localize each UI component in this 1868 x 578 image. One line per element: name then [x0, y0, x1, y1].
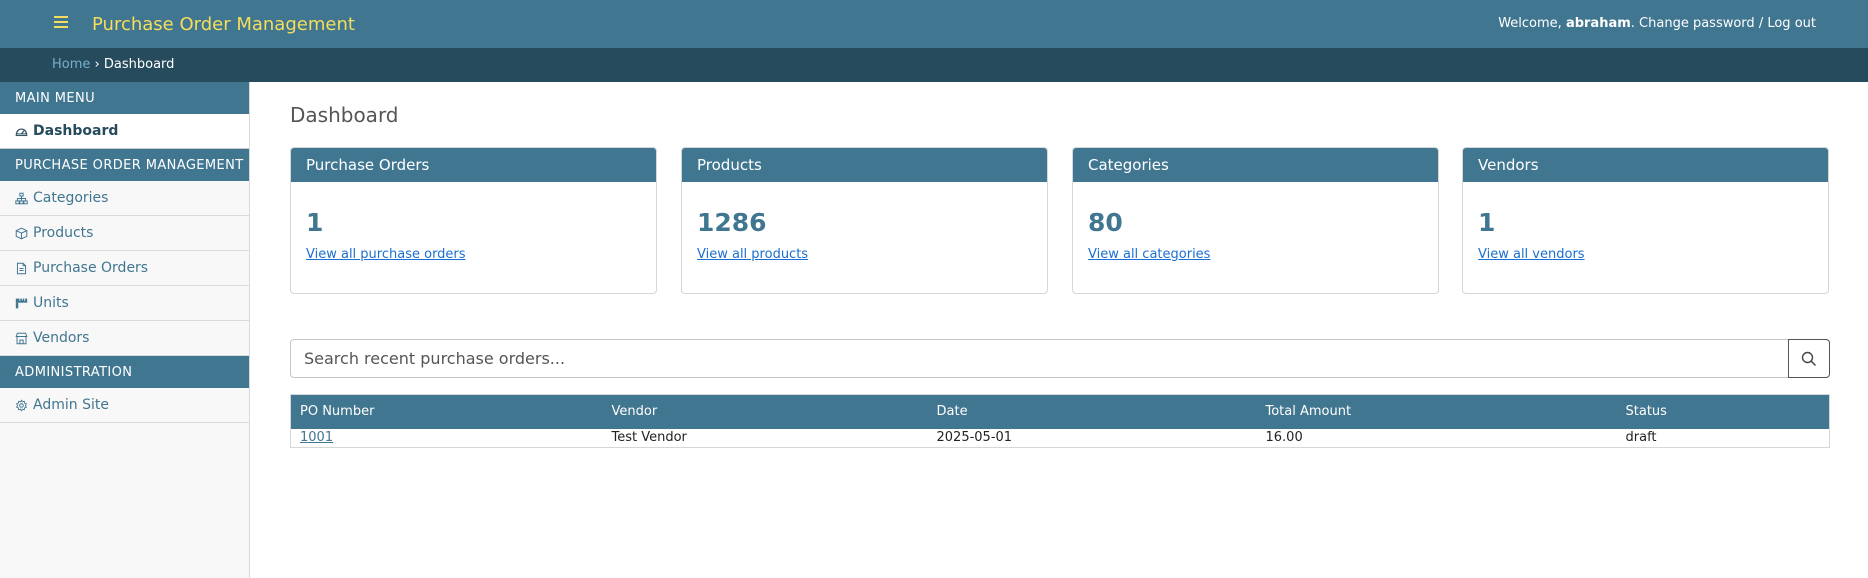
sidebar-item-label: Units — [33, 295, 69, 311]
sidebar-item-label: Vendors — [33, 330, 90, 346]
dashboard-icon — [15, 128, 28, 137]
column-header-po-number[interactable]: PO Number — [290, 394, 603, 429]
search-input[interactable] — [291, 340, 1788, 377]
column-header-vendor[interactable]: Vendor — [602, 394, 928, 429]
search-bar — [290, 339, 1830, 378]
breadcrumb: Home › Dashboard — [0, 48, 1868, 82]
card-vendors: Vendors 1 View all vendors — [1462, 147, 1829, 294]
page-title: Dashboard — [290, 103, 399, 127]
username: abraham — [1565, 16, 1631, 31]
po-number-link[interactable]: 1001 — [300, 430, 333, 445]
table-header-row: PO Number Vendor Date Total Amount Statu… — [290, 394, 1830, 429]
view-all-vendors-link[interactable]: View all vendors — [1478, 247, 1585, 262]
search-icon — [1801, 351, 1817, 366]
card-purchase-orders: Purchase Orders 1 View all purchase orde… — [290, 147, 657, 294]
recent-orders-table: PO Number Vendor Date Total Amount Statu… — [290, 394, 1830, 448]
cell-date: 2025-05-01 — [936, 429, 1013, 445]
user-tools: Welcome, abraham. Change password / Log … — [1498, 16, 1816, 31]
view-all-products-link[interactable]: View all products — [697, 247, 808, 262]
view-all-categories-link[interactable]: View all categories — [1088, 247, 1210, 262]
sidebar-item-label: Categories — [33, 190, 109, 206]
card-count: 1286 — [697, 208, 767, 237]
column-header-date[interactable]: Date — [927, 394, 1257, 429]
sidebar-item-label: Admin Site — [33, 397, 109, 413]
gear-icon — [15, 399, 28, 412]
change-password-link[interactable]: Change password — [1639, 16, 1755, 31]
hamburger-menu-icon[interactable] — [54, 13, 71, 33]
top-header: Purchase Order Management Welcome, abrah… — [0, 0, 1868, 48]
document-icon — [16, 262, 27, 275]
logout-link[interactable]: Log out — [1767, 16, 1816, 31]
card-products: Products 1286 View all products — [681, 147, 1048, 294]
user-tools-separator: / — [1758, 16, 1764, 31]
sitemap-icon — [15, 192, 28, 205]
breadcrumb-separator: › — [94, 57, 100, 72]
sidebar-item-products[interactable]: Products — [0, 216, 249, 251]
card-count: 80 — [1088, 208, 1123, 237]
column-header-status[interactable]: Status — [1616, 394, 1830, 429]
sidebar-item-dashboard[interactable]: Dashboard — [0, 114, 249, 149]
table-row: 1001 Test Vendor 2025-05-01 16.00 draft — [291, 429, 1830, 448]
card-title: Purchase Orders — [291, 148, 656, 182]
store-icon — [15, 332, 28, 345]
search-button[interactable] — [1788, 339, 1830, 378]
cell-total-amount: 16.00 — [1265, 429, 1303, 445]
sidebar-item-label: Products — [33, 225, 94, 241]
view-all-purchase-orders-link[interactable]: View all purchase orders — [306, 247, 466, 262]
site-title[interactable]: Purchase Order Management — [92, 14, 355, 35]
sidebar-item-label: Dashboard — [33, 123, 119, 139]
sidebar-item-units[interactable]: Units — [0, 286, 249, 321]
cell-vendor: Test Vendor — [611, 429, 687, 445]
sidebar-item-label: Purchase Orders — [33, 260, 149, 276]
sidebar-item-admin-site[interactable]: Admin Site — [0, 388, 249, 423]
card-count: 1 — [1478, 208, 1496, 237]
cell-po-number: 1001 — [291, 429, 603, 448]
sidebar: MAIN MENU Dashboard PURCHASE ORDER MANAG… — [0, 82, 250, 578]
sidebar-section-main-menu: MAIN MENU — [0, 82, 249, 114]
card-title: Products — [682, 148, 1047, 182]
breadcrumb-current: Dashboard — [103, 57, 175, 72]
sidebar-section-po-management: PURCHASE ORDER MANAGEMENT — [0, 149, 249, 181]
sidebar-section-administration: ADMINISTRATION — [0, 356, 249, 388]
breadcrumb-home-link[interactable]: Home — [52, 57, 90, 72]
card-count: 1 — [306, 208, 324, 237]
ruler-icon — [15, 298, 28, 309]
welcome-text: Welcome, — [1498, 16, 1562, 31]
sidebar-item-vendors[interactable]: Vendors — [0, 321, 249, 356]
card-categories: Categories 80 View all categories — [1072, 147, 1439, 294]
column-header-total-amount[interactable]: Total Amount — [1256, 394, 1617, 429]
card-title: Vendors — [1463, 148, 1828, 182]
box-icon — [15, 227, 28, 240]
sidebar-item-purchase-orders[interactable]: Purchase Orders — [0, 251, 249, 286]
cell-status: draft — [1625, 429, 1657, 445]
card-title: Categories — [1073, 148, 1438, 182]
sidebar-item-categories[interactable]: Categories — [0, 181, 249, 216]
